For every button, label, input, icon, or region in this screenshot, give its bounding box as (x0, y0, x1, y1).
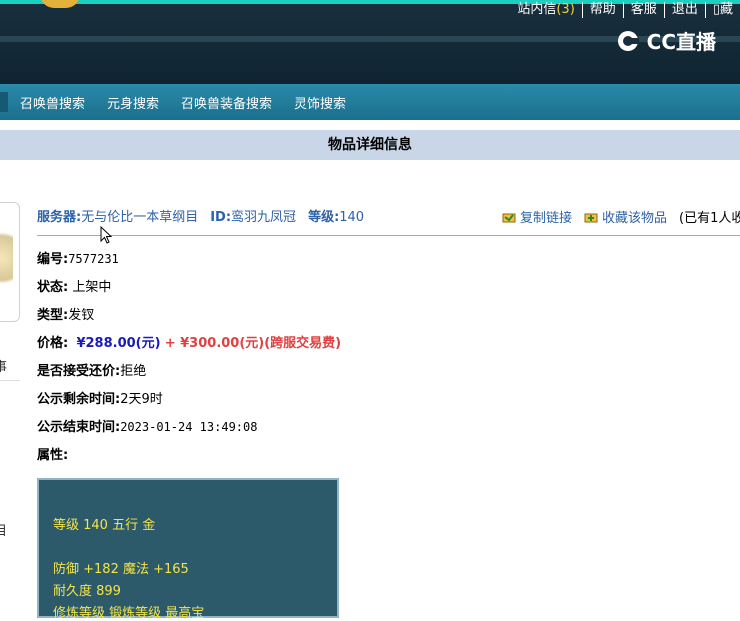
top-links: 站内信(3) 帮助 客服 退出 ▯藏 (510, 2, 740, 18)
cc-logo-icon (617, 30, 639, 51)
top-link-logout[interactable]: 退出 (665, 2, 706, 18)
end-value: 2023-01-24 13:49:08 (120, 420, 258, 434)
nav-item-body-search[interactable]: 元身搜索 (107, 93, 159, 112)
cc-logo-text: CC直播 (646, 30, 716, 54)
remaining-label: 公示剩余时间: (37, 392, 121, 407)
attribute-line: 耐久度 899 (53, 584, 121, 599)
phone-icon: ▯ (712, 2, 720, 17)
id-label: ID: (210, 210, 232, 225)
server-label: 服务器: (37, 210, 82, 225)
id-value: 鸾羽九凤冠 (231, 210, 297, 225)
field-end-time: 公示结束时间:2023-01-24 13:49:08 (37, 416, 257, 435)
end-label: 公示结束时间: (37, 420, 121, 435)
field-bargain: 是否接受还价:拒绝 (37, 360, 146, 379)
type-label: 类型: (37, 308, 69, 323)
nav-item-ornament-search[interactable]: 灵饰搜索 (294, 93, 346, 112)
nav-edge (0, 92, 8, 112)
site-logo[interactable] (40, 0, 80, 8)
level-value: 140 (339, 210, 365, 225)
section-title: 物品详细信息 (0, 130, 740, 160)
favorite-button[interactable]: 收藏该物品 (584, 207, 667, 226)
top-link-collect-label: 藏 (719, 2, 733, 17)
top-link-collect[interactable]: ▯藏 (706, 2, 740, 18)
status-label: 状态: (37, 280, 69, 295)
number-label: 编号: (37, 252, 69, 267)
item-summary: 服务器:无与伦比一本草纲目 ID:鸾羽九凤冠 等级:140 (37, 206, 376, 225)
message-count: (3) (556, 2, 575, 17)
field-attributes: 属性: (37, 444, 68, 463)
top-link-service[interactable]: 客服 (624, 2, 665, 18)
nav-item-pet-equip-search[interactable]: 召唤兽装备搜索 (181, 93, 272, 112)
remaining-value: 2天9时 (120, 392, 163, 407)
link-icon (502, 213, 516, 222)
folder-add-icon (584, 213, 598, 222)
attr-label: 属性: (37, 448, 69, 463)
status-value: 上架中 (72, 280, 112, 295)
field-remaining: 公示剩余时间:2天9时 (37, 388, 163, 407)
price-value: ¥288.00(元) (76, 336, 161, 351)
site-header: 站内信(3) 帮助 客服 退出 ▯藏 CC直播 (0, 0, 740, 84)
field-price: 价格: ¥288.00(元) + ¥300.00(元)(跨服交易费) (37, 332, 341, 351)
attributes-panel: 等级 140 五行 金 防御 +182 魔法 +165 耐久度 899 修炼等级… (37, 478, 339, 621)
favorite-label: 收藏该物品 (602, 211, 668, 226)
favorite-count: (已有1人收藏 (679, 211, 740, 226)
field-number: 编号:7577231 (37, 248, 119, 267)
item-thumbnail-card[interactable] (0, 202, 20, 322)
item-actions: 复制链接 收藏该物品 (已有1人收藏 (502, 207, 740, 226)
copy-link-label: 复制链接 (520, 211, 573, 226)
price-extra: + ¥300.00(元)(跨服交易费) (164, 336, 342, 351)
cc-live-logo: CC直播 (617, 26, 716, 55)
side-divider (0, 380, 20, 381)
mouse-cursor-icon (100, 226, 113, 244)
side-text-fragment-2: 目 (0, 524, 8, 539)
top-link-messages[interactable]: 站内信(3) (510, 2, 583, 18)
level-label: 等级: (308, 210, 340, 225)
type-value: 发钗 (68, 308, 95, 323)
bargain-value: 拒绝 (120, 364, 147, 379)
field-type: 类型:发钗 (37, 304, 94, 323)
server-value: 无与伦比一本草纲目 (81, 210, 199, 225)
top-link-messages-label: 站内信 (517, 2, 557, 17)
main-nav: 召唤兽搜索 元身搜索 召唤兽装备搜索 灵饰搜索 (0, 84, 740, 120)
top-link-help[interactable]: 帮助 (583, 2, 624, 18)
nav-item-pet-search[interactable]: 召唤兽搜索 (20, 93, 85, 112)
field-status: 状态: 上架中 (37, 276, 111, 295)
attribute-line: 防御 +182 魔法 +165 (53, 562, 189, 577)
copy-link-button[interactable]: 复制链接 (502, 207, 572, 226)
side-text-fragment: 事 (0, 360, 8, 375)
price-label: 价格: (37, 336, 69, 351)
bargain-label: 是否接受还价: (37, 364, 121, 379)
attribute-line: 等级 140 五行 金 (53, 518, 156, 533)
summary-divider (37, 235, 740, 236)
item-thumbnail (0, 223, 13, 293)
attribute-line: 修炼等级 锻炼等级 最高宝 (53, 606, 205, 621)
number-value: 7577231 (68, 252, 119, 266)
